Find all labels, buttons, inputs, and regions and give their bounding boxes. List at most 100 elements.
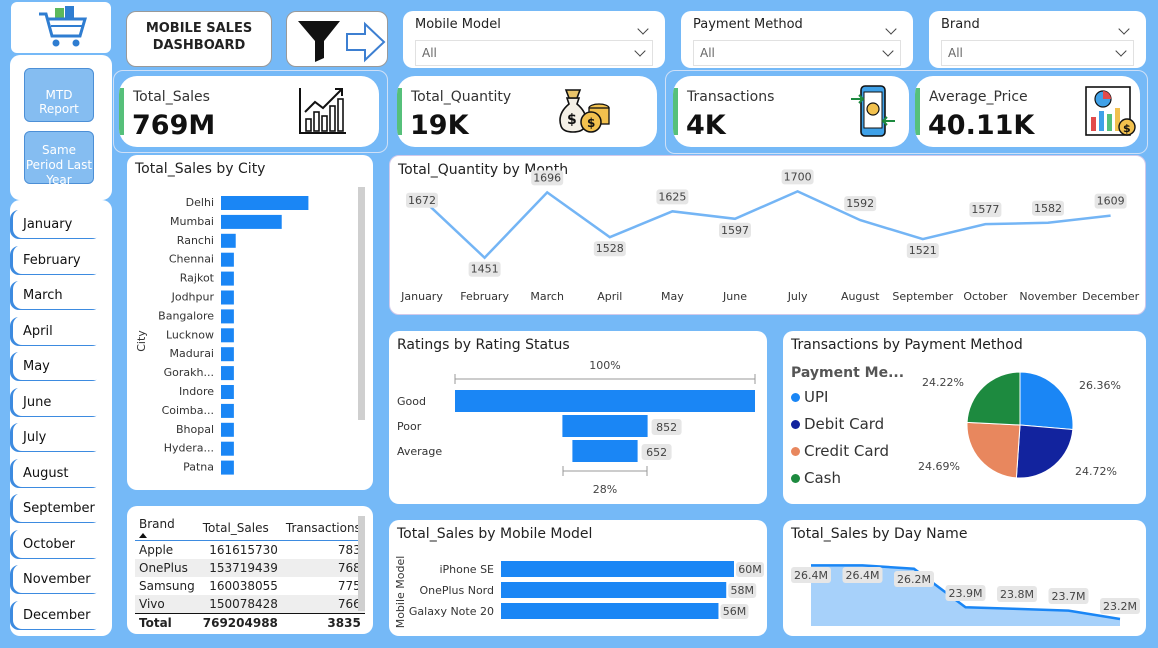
kpi-label: Total_Sales [133,89,210,105]
kpi-accent [119,88,124,135]
chevron-down-icon [882,45,894,57]
data-label: 1672 [408,194,436,207]
tick-label: iPhone SE [439,563,494,576]
month-button-october[interactable]: October [13,528,104,558]
tick-label: February [460,290,509,303]
quantity-by-month-card: Total_Quantity by Month 1672 January 1451 F… [389,155,1146,315]
payment-method-card: Transactions by Payment Method Payment M… [783,331,1146,504]
tick-label: July [787,290,808,303]
kpi-label: Total_Quantity [411,89,512,105]
ratings-funnel-chart: 100% Good Poor 852 Average 652 28% [397,359,756,496]
brand-dropdown[interactable]: All [941,40,1134,66]
kpi-value: 40.11K [928,110,1035,141]
table-cell: Apple [139,543,174,557]
month-button-february[interactable]: February [13,244,104,274]
scrollbar[interactable] [358,516,365,611]
column-header[interactable]: Brand [135,515,199,541]
brand-slicer[interactable]: Brand All [929,11,1146,68]
month-button-january[interactable]: January [13,209,104,238]
data-label: 1592 [846,197,874,210]
tick-label: January [400,290,443,303]
mobile-model-slicer[interactable]: Mobile Model All [403,11,665,68]
mobile-payment-icon [851,85,895,137]
table-cell: 150078428 [209,597,278,611]
table-cell: Samsung [139,579,195,593]
slicer-value: All [422,46,437,60]
month-button-august[interactable]: August [13,457,104,487]
tick-label: April [597,290,622,303]
mtd-report-button[interactable]: MTD Report [24,68,94,122]
bar-jodhpur [221,290,234,305]
svg-text:$: $ [1123,122,1131,135]
kpi-label: Transactions [687,89,775,105]
month-button-april[interactable]: April [13,315,104,345]
bar-good [455,390,755,412]
dashboard-title: MOBILE SALES DASHBOARD [145,21,253,53]
table-cell: Vivo [139,597,165,611]
table-row[interactable]: Vivo 150078428 766 [135,595,365,614]
table-row[interactable]: Samsung 160038055 775 [135,577,365,595]
data-label: 1625 [658,190,686,203]
kpi-accent [673,88,678,135]
brand-table: Brand Total_Sales Transactions Apple 1616157… [135,515,365,632]
table-cell: 160038055 [209,579,278,593]
sales-by-city-chart: City Delhi Mumbai Ranchi Chennai Rajkot Jodhpu… [135,196,309,475]
series-line [421,189,1111,260]
same-period-last-year-button[interactable]: Same Period Last Year [24,131,94,187]
tick-label: Bangalore [158,309,214,322]
month-button-december[interactable]: December [13,599,104,629]
chevron-down-icon[interactable] [885,23,897,35]
table-cell: 766 [337,597,361,611]
kpi-label: Average_Price [929,89,1028,105]
kpi-value: 4K [686,110,726,141]
total-cell: 769204988 [202,616,278,630]
month-slicer: January February March April May June July Augu… [10,200,112,636]
column-header[interactable]: Transactions [281,515,365,541]
table-cell: 783 [337,543,361,557]
tick-label: Ranchi [177,234,214,247]
table-header: Brand Total_Sales Transactions [135,515,365,541]
chevron-down-icon [1115,45,1127,57]
tick-label: OnePlus Nord [419,584,494,597]
data-label: 652 [646,446,667,459]
slicer-title: Brand [941,17,980,32]
dashboard-title-tile: MOBILE SALES DASHBOARD [126,11,272,67]
table-total-row: Total 769204988 3835 [135,613,365,633]
month-button-march[interactable]: March [13,280,104,309]
category-label: Good [397,395,426,408]
month-button-may[interactable]: May [13,351,104,380]
month-button-june[interactable]: June [13,386,104,416]
report-chart-icon: $ [1085,86,1136,136]
month-button-july[interactable]: July [13,422,104,451]
payment-method-slicer[interactable]: Payment Method All [681,11,913,68]
scrollbar[interactable] [358,187,365,420]
data-label: 1577 [971,203,999,216]
kpi-accent [397,88,402,135]
tick-label: May [661,290,684,303]
data-label: 60M [738,563,762,576]
data-label: 23.8M [1000,588,1034,601]
slice-label: 24.69% [918,460,960,473]
filter-pane-button[interactable] [286,11,388,67]
chevron-down-icon[interactable] [637,23,649,35]
table-row[interactable]: Apple 161615730 783 [135,540,365,559]
bar-average [572,440,638,462]
tick-label: Chennai [169,253,214,266]
table-row[interactable]: OnePlus 153719439 768 [135,559,365,577]
data-label: 23.9M [949,587,983,600]
month-button-november[interactable]: November [13,564,104,593]
mobile-model-dropdown[interactable]: All [415,40,653,66]
column-header[interactable]: Total_Sales [198,515,282,541]
tick-label: August [841,290,880,303]
tick-label: Indore [179,385,214,398]
bar-galaxy-note-20 [501,603,719,619]
kpi-value: 769M [132,110,216,141]
logo-tile [11,2,111,53]
chevron-down-icon[interactable] [1118,23,1130,35]
month-button-september[interactable]: September [13,493,104,522]
payment-method-dropdown[interactable]: All [693,40,901,66]
payment-pie-chart: 26.36% 24.72% 24.69% 24.22% [918,371,1121,479]
bar-patna [221,460,234,475]
tick-label: Jodhpur [171,291,215,304]
total-cell: 3835 [327,616,361,630]
